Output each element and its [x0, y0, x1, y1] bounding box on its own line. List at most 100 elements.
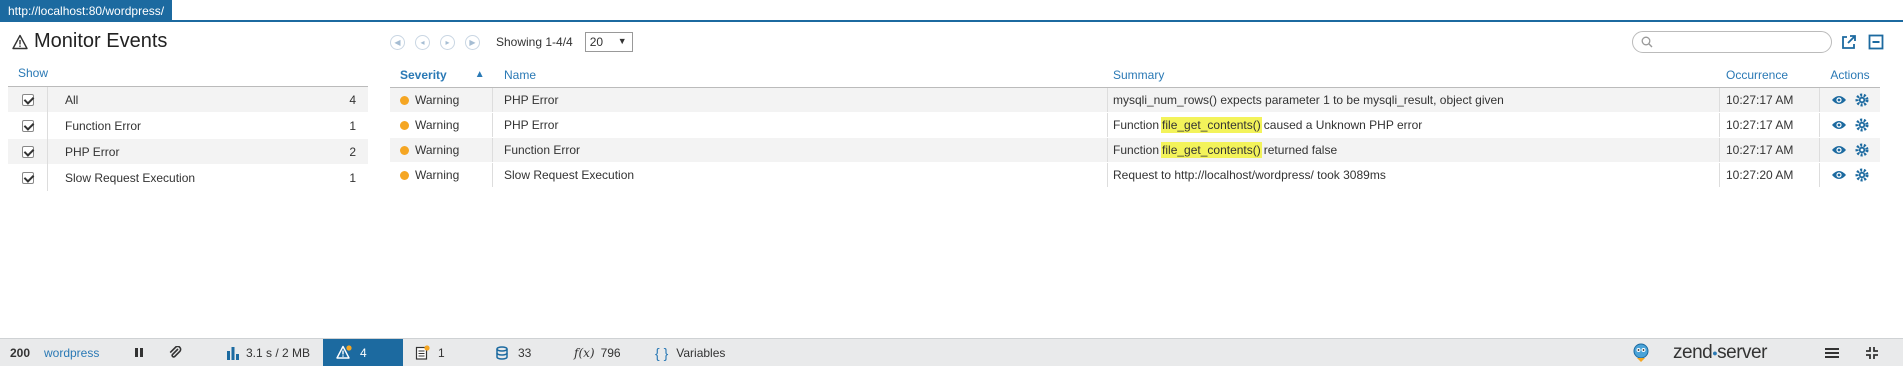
event-time: 10:27:20 AM: [1720, 163, 1820, 187]
col-summary[interactable]: Summary: [1108, 62, 1720, 87]
paperclip-icon[interactable]: [168, 339, 182, 366]
view-eye-icon[interactable]: [1831, 119, 1847, 131]
filter-count: 1: [349, 118, 356, 133]
events-table: Severity ▲ Name Summary Occurrence Actio…: [390, 62, 1880, 188]
url-bar: http://localhost:80/wordpress/: [0, 0, 1903, 22]
page-header: Monitor Events: [12, 30, 167, 53]
filter-header: Show: [18, 66, 49, 80]
summary-text: Request to http://localhost/wordpress/ t…: [1113, 168, 1386, 182]
summary-highlight: file_get_contents(): [1161, 142, 1262, 158]
summary-text-after: returned false: [1263, 143, 1338, 157]
gear-icon[interactable]: [1855, 168, 1869, 182]
table-row[interactable]: Warning PHP Error mysqli_num_rows() expe…: [390, 88, 1880, 113]
warning-icon: [12, 34, 28, 49]
function-icon: f(x): [574, 345, 595, 360]
table-row[interactable]: Warning Slow Request Execution Request t…: [390, 163, 1880, 188]
next-page-icon[interactable]: ▸: [440, 34, 455, 50]
last-page-icon[interactable]: ▶: [465, 34, 480, 50]
code-count: 1: [438, 345, 445, 360]
table-row[interactable]: Warning Function Error Function file_get…: [390, 138, 1880, 163]
events-count: 4: [360, 345, 367, 360]
sort-ascending-icon: ▲: [474, 69, 485, 80]
summary-text-after: caused a Unknown PHP error: [1263, 118, 1423, 132]
severity-text: Warning: [415, 143, 460, 157]
variables-item[interactable]: { } Variables: [655, 339, 725, 366]
filter-row-php-error[interactable]: PHP Error 2: [8, 138, 368, 165]
page-title: Monitor Events: [34, 30, 168, 52]
brand-name: zend: [1673, 341, 1713, 363]
search-input[interactable]: [1632, 31, 1832, 53]
col-severity[interactable]: Severity ▲: [390, 62, 493, 87]
events-item[interactable]: 4: [323, 338, 403, 366]
brand-suffix: server: [1717, 341, 1767, 363]
summary-text: Function: [1113, 143, 1160, 157]
performance-item[interactable]: 3.1 s / 2 MB: [226, 339, 310, 366]
gear-icon[interactable]: [1855, 143, 1869, 157]
minimize-toolbar-icon[interactable]: [1865, 339, 1879, 366]
pause-icon[interactable]: [134, 339, 144, 366]
event-name: Slow Request Execution: [493, 163, 1108, 187]
col-name[interactable]: Name: [493, 62, 1108, 87]
col-actions: Actions: [1830, 67, 1870, 82]
view-eye-icon[interactable]: [1831, 169, 1847, 181]
event-summary: mysqli_num_rows() expects parameter 1 to…: [1108, 88, 1720, 112]
braces-icon: { }: [655, 344, 669, 361]
url-tab[interactable]: http://localhost:80/wordpress/: [0, 0, 173, 20]
filter-label: PHP Error: [65, 144, 120, 159]
filter-row-function-error[interactable]: Function Error 1: [8, 112, 368, 139]
filter-label: Function Error: [65, 118, 142, 133]
zend-debug-toolbar: 200 wordpress 3.1 s / 2 MB 4 1 33 f(x) 7…: [0, 338, 1903, 366]
paging-status: Showing 1-4/4: [496, 35, 573, 49]
performance-text: 3.1 s / 2 MB: [246, 345, 311, 360]
view-eye-icon[interactable]: [1831, 144, 1847, 156]
gear-icon[interactable]: [1855, 118, 1869, 132]
warning-dot-icon: [400, 170, 409, 180]
page-size-select[interactable]: 20 ▼: [584, 32, 633, 52]
export-icon[interactable]: [1841, 34, 1857, 50]
table-row[interactable]: Warning PHP Error Function file_get_cont…: [390, 113, 1880, 138]
severity-text: Warning: [415, 168, 460, 182]
status-code: 200: [10, 345, 31, 360]
warning-dot-icon: [400, 95, 409, 105]
warning-icon: [336, 345, 352, 359]
filter-count: 1: [349, 170, 356, 185]
filter-row-all[interactable]: All 4: [8, 86, 368, 113]
first-page-icon[interactable]: ◀: [390, 34, 405, 50]
filter-checkbox[interactable]: [21, 119, 34, 132]
severity-text: Warning: [415, 93, 460, 107]
warning-dot-icon: [400, 145, 409, 155]
event-time: 10:27:17 AM: [1720, 113, 1820, 137]
filter-checkbox[interactable]: [21, 93, 34, 106]
table-body: Warning PHP Error mysqli_num_rows() expe…: [390, 88, 1880, 188]
filter-row-slow-request[interactable]: Slow Request Execution 1: [8, 164, 368, 191]
filter-label: Slow Request Execution: [65, 170, 196, 185]
page-size-value: 20: [589, 35, 604, 49]
col-severity-label: Severity: [400, 67, 447, 82]
summary-highlight: file_get_contents(): [1161, 117, 1262, 133]
functions-item[interactable]: f(x) 796: [574, 339, 621, 366]
summary-text: Function: [1113, 118, 1160, 132]
hamburger-menu-icon[interactable]: [1825, 339, 1839, 366]
app-link[interactable]: wordpress: [44, 339, 99, 366]
gear-icon[interactable]: [1855, 93, 1869, 107]
code-tracing-item[interactable]: 1: [415, 339, 445, 366]
filter-checkbox[interactable]: [21, 171, 34, 184]
summary-text: mysqli_num_rows() expects parameter 1 to…: [1113, 93, 1504, 107]
event-name: Function Error: [493, 138, 1108, 162]
variables-label: Variables: [676, 345, 726, 360]
document-icon: [415, 345, 430, 360]
col-occurrence[interactable]: Occurrence: [1720, 62, 1820, 87]
filter-label: All: [65, 92, 79, 107]
prev-page-icon[interactable]: ◂: [415, 34, 430, 50]
filter-checkbox[interactable]: [21, 145, 34, 158]
view-eye-icon[interactable]: [1831, 94, 1847, 106]
database-item[interactable]: 33: [496, 339, 531, 366]
search-icon: [1641, 36, 1653, 48]
pager: ◀ ◂ ▸ ▶ Showing 1-4/4 20 ▼: [390, 32, 633, 52]
severity-text: Warning: [415, 118, 460, 132]
database-icon: [496, 345, 508, 360]
functions-count: 796: [600, 345, 621, 360]
collapse-icon[interactable]: [1868, 34, 1884, 50]
filter-panel: All 4 Function Error 1 PHP Error 2 Slow …: [8, 86, 368, 191]
table-header: Severity ▲ Name Summary Occurrence Actio…: [390, 62, 1880, 88]
